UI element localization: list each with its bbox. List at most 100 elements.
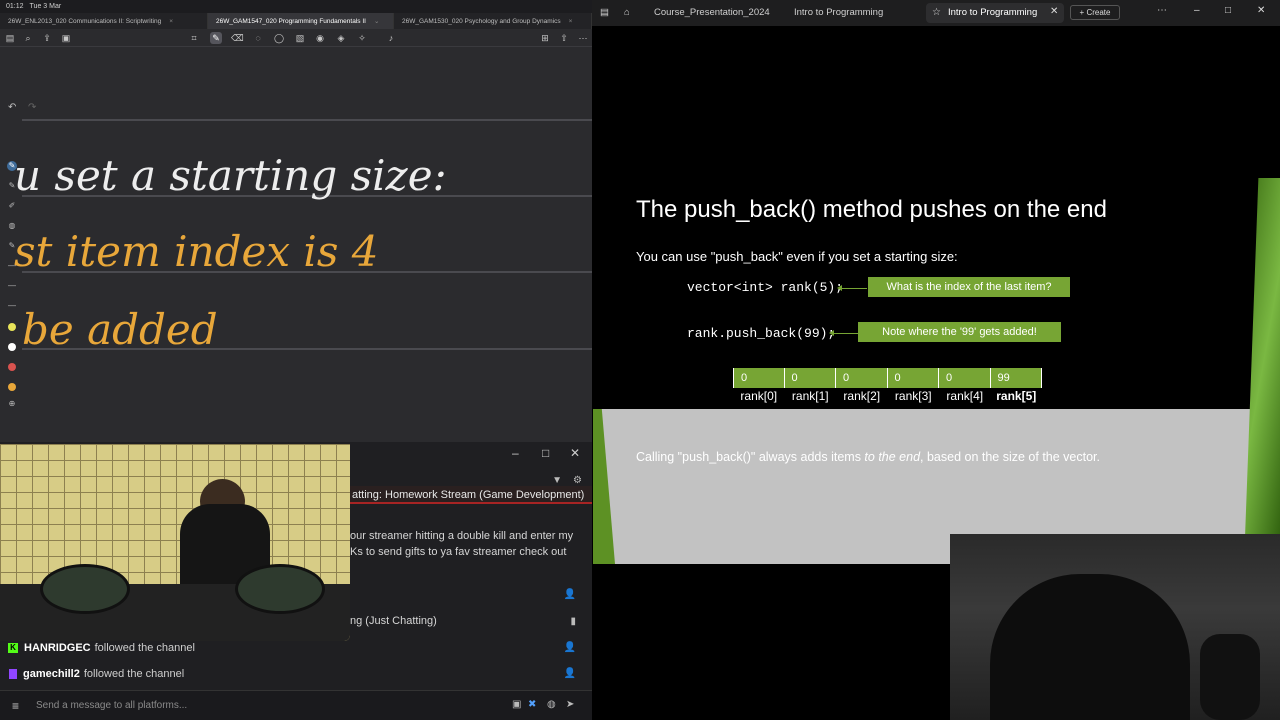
vector-cell: 99 [990,368,1042,388]
lasso-icon[interactable]: ◌ [252,32,264,44]
user-icon[interactable]: 👤 [564,642,576,653]
notebook-app: 01:12 Tue 3 Mar 26W_ENL2013_020 Communic… [0,0,592,720]
vector-cell: 0 [887,368,939,388]
close-icon[interactable]: ✕ [1050,6,1058,17]
filter-icon[interactable]: ▼ [552,475,562,486]
more-icon[interactable]: ⋯ [1157,5,1167,16]
note-text: Calling "push_back()" always adds items [636,450,865,464]
shapes-icon[interactable]: ◯ [273,32,285,44]
color-swatch[interactable] [8,383,16,391]
chat-titlebar: – □ ✕ [350,442,592,466]
close-icon[interactable]: × [569,18,573,25]
vector-cell: 0 [784,368,836,388]
color-swatch[interactable] [8,363,16,371]
bookmark-icon[interactable]: ▣ [60,32,72,44]
chat-message: our streamer hitting a double kill and e… [350,530,574,542]
notebook-tab[interactable]: 26W_ENL2013_020 Communications II: Scrip… [0,13,208,29]
pen-tool-icon[interactable]: ✎ [210,32,222,44]
minimize-icon[interactable]: – [512,446,519,460]
note-canvas[interactable]: ↶ ↷ u set a starting size: st item index… [0,47,592,442]
chat-message: ng (Just Chatting) [350,615,437,627]
camera-icon[interactable]: ◉ [314,32,326,44]
callout-box: What is the index of the last item? [868,277,1070,297]
pen-icon[interactable]: ✎ [7,241,17,251]
scan-icon[interactable]: ⌗ [188,32,200,44]
browser-tab-strip: ▤ ⌂ Course_Presentation_2024 Intro to Pr… [592,0,1280,26]
follow-action: followed the channel [83,668,185,680]
notebook-tab-active[interactable]: 26W_GAM1547_020 Programming Fundamentals… [208,13,394,29]
platform-icon[interactable]: ✖ [528,699,536,710]
pen-icon[interactable]: ✎ [7,181,17,191]
export-icon[interactable]: ⇧ [558,32,570,44]
user-icon[interactable]: 👤 [564,589,576,600]
browser-tab-active[interactable]: Intro to Programming [926,3,1064,23]
search-icon[interactable]: ⌕ [22,32,34,44]
line-weight-icon[interactable]: — [7,281,17,291]
laser-pointer-icon[interactable]: ✧ [356,32,368,44]
microphone-icon[interactable]: ♪ [385,32,397,44]
browser-tab[interactable]: Intro to Programming [786,3,916,23]
browser-window: ▤ ⌂ Course_Presentation_2024 Intro to Pr… [592,0,1280,720]
handwritten-line: u set a starting size: [14,151,447,200]
vector-index-labels: rank[0] rank[1] rank[2] rank[3] rank[4] … [733,389,1042,403]
line-weight-icon[interactable]: — [7,261,17,271]
close-icon[interactable]: × [169,18,173,25]
slide-subtitle: You can use "push_back" even if you set … [636,249,958,264]
vector-diagram: 0 0 0 0 0 99 [733,368,1042,388]
notebook-toolbar: ▤ ⌕ ⇪ ▣ ⌗ ✎ ⌫ ◌ ◯ ▧ ◉ ◈ ✧ ♪ ⊞ ⇧ ⋯ [0,29,592,47]
info-icon[interactable]: ▮ [570,616,576,627]
menu-icon[interactable]: ≡ [12,699,19,713]
vector-cell: 0 [939,368,991,388]
maximize-icon[interactable]: □ [542,446,549,460]
user-icon[interactable]: 👤 [564,668,576,679]
add-page-icon[interactable]: ⊞ [539,32,551,44]
slide-note: Calling "push_back()" always adds items … [636,450,1100,464]
send-icon[interactable]: ➤ [566,699,574,710]
redo-icon[interactable]: ↷ [28,102,36,113]
gear-icon[interactable]: ⚙ [573,475,582,486]
image-icon[interactable]: ▧ [294,32,306,44]
index-label: rank[0] [740,389,778,403]
browser-tab-label: Intro to Programming [948,7,1038,18]
follower-name[interactable]: HANRIDGEC [24,642,91,654]
index-label: rank[4] [946,389,984,403]
minimize-icon[interactable]: – [1194,5,1200,16]
emote-icon[interactable]: ▣ [512,699,521,710]
slide-title: The push_back() method pushes on the end [636,196,1107,223]
tab-actions-icon[interactable]: ▤ [596,3,614,23]
more-icon[interactable]: ⋯ [577,32,589,44]
chevron-down-icon[interactable]: ⌄ [374,17,379,25]
close-icon[interactable]: ✕ [1257,5,1265,16]
sticker-icon[interactable]: ◈ [335,32,347,44]
eraser-icon[interactable]: ◍ [7,221,17,231]
maximize-icon[interactable]: □ [1225,5,1231,16]
vector-cell: 0 [733,368,785,388]
sidebar-icon[interactable]: ▤ [4,32,16,44]
webcam-dj [0,444,350,641]
callout-arrow [829,330,858,336]
add-color-icon[interactable]: ⊕ [7,399,17,409]
note-text: , based on the size of the vector. [920,450,1101,464]
ruled-line [22,119,592,121]
create-button[interactable]: + Create [1070,5,1120,20]
color-swatch[interactable] [8,323,16,331]
close-icon[interactable]: ✕ [570,446,580,460]
home-icon[interactable]: ⌂ [620,3,638,23]
stream-title-banner: atting: Homework Stream (Game Developmen… [350,486,592,504]
follower-name[interactable]: gamechill2 [23,668,80,680]
undo-icon[interactable]: ↶ [8,102,16,113]
color-swatch[interactable] [8,343,16,351]
note-emphasis: to the end [864,450,921,464]
browser-tab[interactable]: Course_Presentation_2024 [646,3,776,23]
chat-input[interactable]: Send a message to all platforms... [36,700,187,711]
notebook-tab[interactable]: 26W_GAM1530_020 Psychology and Group Dyn… [394,13,592,29]
globe-icon[interactable]: ◍ [547,699,556,710]
pen-icon[interactable]: ✎ [7,161,17,171]
share-icon[interactable]: ⇪ [41,32,53,44]
highlighter-icon[interactable]: ✐ [7,201,17,211]
line-weight-icon[interactable]: — [7,301,17,311]
eraser-icon[interactable]: ⌫ [231,32,244,44]
pen-tray: ✎ ✎ ✐ ◍ ✎ — — — ⊕ [3,157,21,417]
date: Tue 3 Mar [29,3,62,10]
index-label: rank[2] [843,389,881,403]
